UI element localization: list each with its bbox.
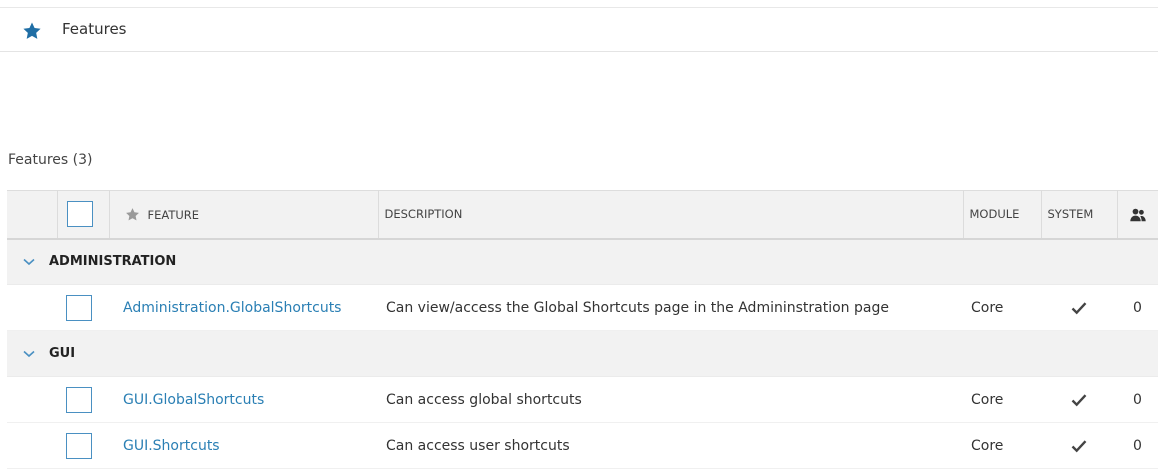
page-header: Features <box>0 8 1158 52</box>
module-cell: Core <box>963 422 1041 469</box>
description-cell: Can view/access the Global Shortcuts pag… <box>378 284 963 331</box>
table-header-row: FEATURE DESCRIPTION MODULE SYSTEM <box>7 190 1158 240</box>
row-checkbox[interactable] <box>66 294 92 321</box>
system-cell <box>1041 284 1117 331</box>
chevron-down-icon[interactable] <box>23 258 35 266</box>
group-cell: GUI <box>7 330 1158 377</box>
group-label: ADMINISTRATION <box>49 254 177 270</box>
row-checkbox[interactable] <box>66 386 92 413</box>
description-cell: Can access user shortcuts <box>378 422 963 469</box>
row-checkbox-cell <box>57 284 109 331</box>
header-spacer <box>7 190 58 240</box>
feature-link[interactable]: GUI.GlobalShortcuts <box>123 392 264 408</box>
checkmark-icon <box>1071 301 1087 314</box>
row-spacer <box>7 376 57 423</box>
table-row: Administration.GlobalShortcuts Can view/… <box>7 284 1158 331</box>
system-cell <box>1041 422 1117 469</box>
feature-cell: GUI.Shortcuts <box>109 422 378 469</box>
row-checkbox-cell <box>57 376 109 423</box>
row-spacer <box>7 422 57 469</box>
group-row-administration[interactable]: ADMINISTRATION <box>7 238 1158 285</box>
column-header-description[interactable]: DESCRIPTION <box>378 190 964 240</box>
users-count-cell: 0 <box>1117 284 1158 331</box>
group-cell: ADMINISTRATION <box>7 238 1158 285</box>
group-label: GUI <box>49 346 76 361</box>
page-title: Features <box>62 20 127 38</box>
group-row-gui[interactable]: GUI <box>7 330 1158 377</box>
star-icon <box>23 22 41 39</box>
feature-cell: Administration.GlobalShortcuts <box>109 284 378 331</box>
users-count-cell: 0 <box>1117 376 1158 423</box>
column-header-module[interactable]: MODULE <box>963 190 1042 240</box>
description-cell: Can access global shortcuts <box>378 376 963 423</box>
checkmark-icon <box>1071 393 1087 406</box>
select-all-checkbox[interactable] <box>66 201 93 228</box>
star-icon <box>125 207 139 221</box>
table-row: GUI.Shortcuts Can access user shortcuts … <box>7 422 1158 469</box>
feature-link[interactable]: GUI.Shortcuts <box>123 438 220 454</box>
column-header-system[interactable]: SYSTEM <box>1041 190 1118 240</box>
row-checkbox-cell <box>57 422 109 469</box>
table-row: GUI.GlobalShortcuts Can access global sh… <box>7 376 1158 423</box>
section-title: Features (3) <box>8 152 93 168</box>
features-table: FEATURE DESCRIPTION MODULE SYSTEM ADMINI… <box>7 190 1158 469</box>
select-all-cell <box>57 190 110 240</box>
column-header-feature-label: FEATURE <box>147 207 200 222</box>
column-header-feature[interactable]: FEATURE <box>109 190 379 240</box>
module-cell: Core <box>963 284 1041 331</box>
row-spacer <box>7 284 57 331</box>
chevron-down-icon[interactable] <box>23 350 35 358</box>
checkmark-icon <box>1071 439 1087 452</box>
users-icon <box>1130 208 1146 221</box>
module-cell: Core <box>963 376 1041 423</box>
feature-cell: GUI.GlobalShortcuts <box>109 376 378 423</box>
users-count-cell: 0 <box>1117 422 1158 469</box>
row-checkbox[interactable] <box>66 432 92 459</box>
system-cell <box>1041 376 1117 423</box>
column-header-users[interactable] <box>1117 190 1158 240</box>
feature-link[interactable]: Administration.GlobalShortcuts <box>123 300 341 316</box>
